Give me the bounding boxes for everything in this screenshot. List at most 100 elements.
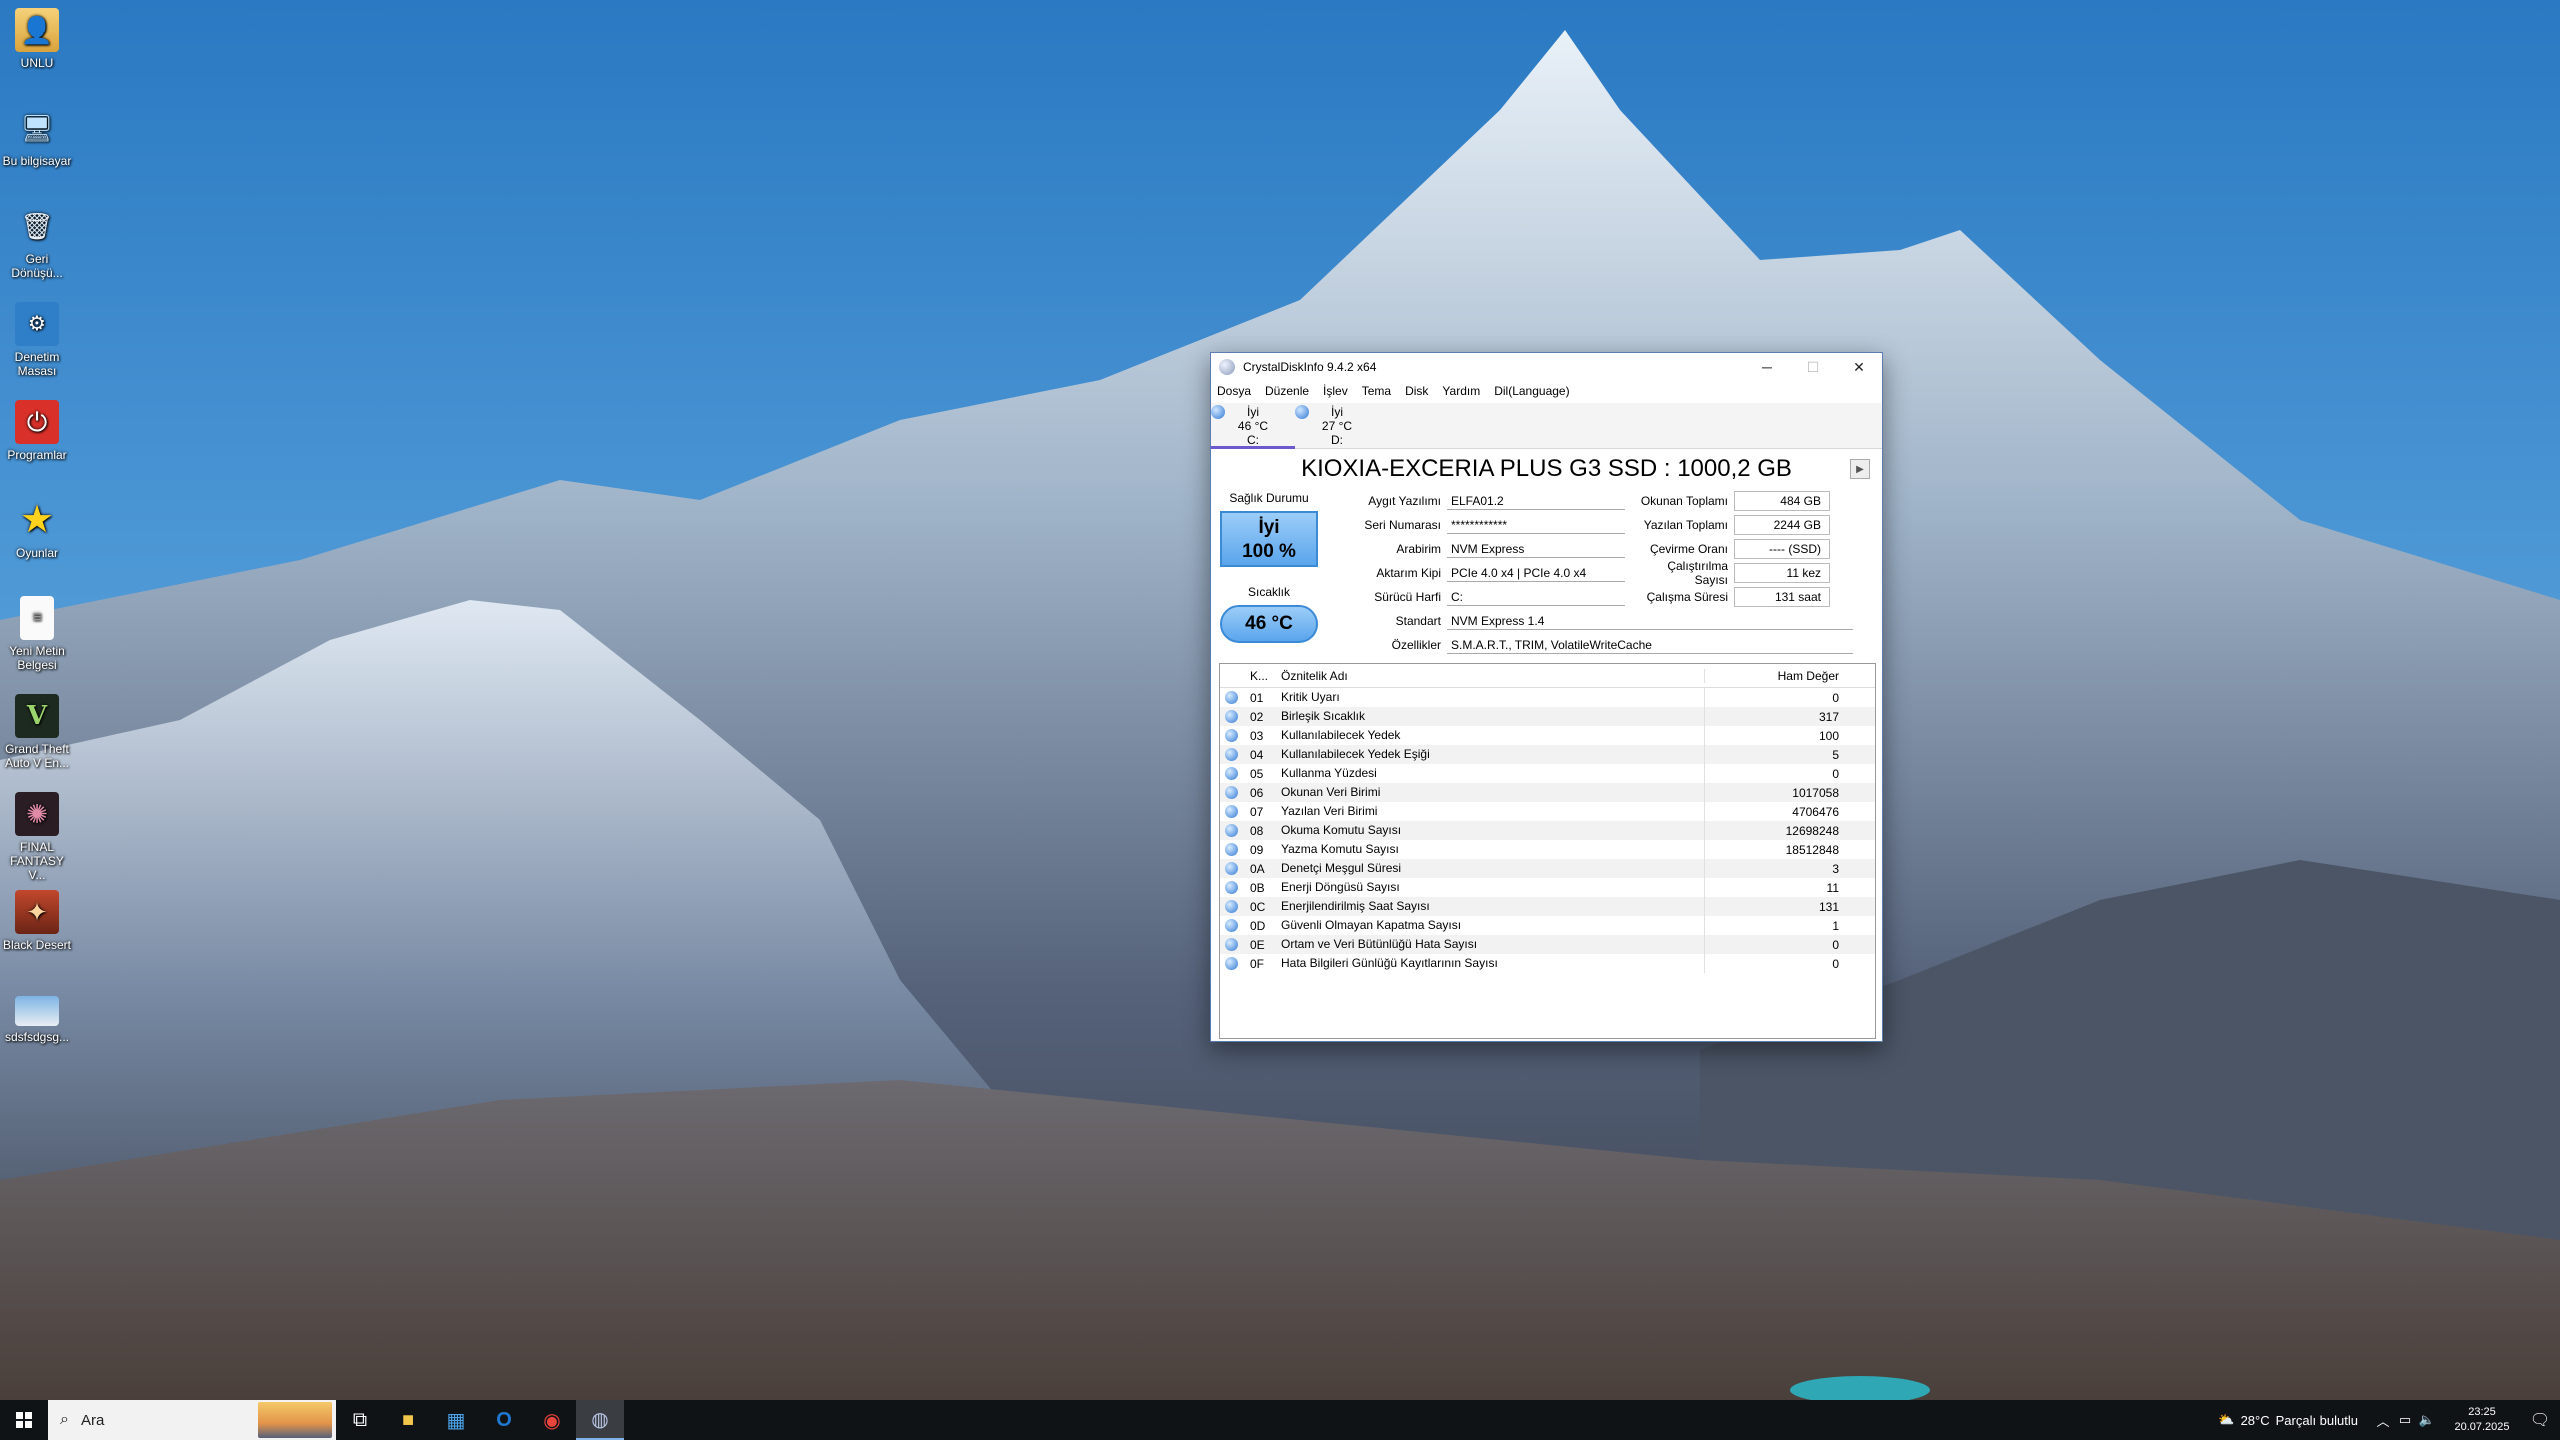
maximize-button[interactable]: ☐ bbox=[1790, 353, 1836, 381]
smart-table-row[interactable]: 0B Enerji Döngüsü Sayısı 11 bbox=[1220, 878, 1875, 897]
microsoft-store-button[interactable]: ▦ bbox=[432, 1400, 480, 1440]
disk-temp: 27 °C bbox=[1321, 419, 1353, 433]
chrome-button[interactable]: ◉ bbox=[528, 1400, 576, 1440]
attribute-raw-value: 18512848 bbox=[1785, 842, 1839, 857]
desktop-icon-image-file[interactable]: sdsfsdgsg... bbox=[2, 996, 72, 1044]
desktop-icon-gta-v[interactable]: V Grand Theft Auto V En... bbox=[2, 694, 72, 770]
task-view-button[interactable]: ⧉ bbox=[336, 1400, 384, 1440]
status-dot-icon bbox=[1225, 691, 1238, 704]
desktop-icon-programs[interactable]: ⏻ Programlar bbox=[2, 400, 72, 462]
smart-table-row[interactable]: 0F Hata Bilgileri Günlüğü Kayıtlarının Sa… bbox=[1220, 954, 1875, 973]
disk-model-title: KIOXIA-EXCERIA PLUS G3 SSD : 1000,2 GB bbox=[1301, 455, 1792, 482]
menu-language[interactable]: Dil(Language) bbox=[1494, 384, 1569, 398]
menu-function[interactable]: İşlev bbox=[1323, 384, 1348, 398]
desktop-icon-black-desert[interactable]: ✦ Black Desert bbox=[2, 890, 72, 952]
health-status-button[interactable]: İyi 100 % bbox=[1220, 511, 1318, 567]
smart-table-row[interactable]: 0C Enerjilendirilmiş Saat Sayısı 131 bbox=[1220, 897, 1875, 916]
search-icon: ⌕ bbox=[60, 1411, 69, 1428]
temperature-label: Sıcaklık bbox=[1247, 585, 1290, 599]
attribute-name: Hata Bilgileri Günlüğü Kayıtlarının Sayı… bbox=[1275, 954, 1705, 973]
clock-date: 20.07.2025 bbox=[2454, 1421, 2510, 1433]
menu-file[interactable]: Dosya bbox=[1217, 384, 1251, 398]
smart-table-row[interactable]: 02 Birleşik Sıcaklık 317 bbox=[1220, 707, 1875, 726]
interface-value: NVM Express bbox=[1447, 540, 1625, 558]
desktop-icon-text-document[interactable]: ≡ Yeni Metin Belgesi bbox=[2, 596, 72, 672]
desktop-icon-control-panel[interactable]: ⚙ Denetim Masası bbox=[2, 302, 72, 378]
desktop-icon-final-fantasy[interactable]: ✺ FINAL FANTASY V... bbox=[2, 792, 72, 882]
weather-widget[interactable]: ⛅ 28°C Parçalı bulutlu bbox=[2218, 1412, 2358, 1428]
smart-table-row[interactable]: 09 Yazma Komutu Sayısı 18512848 bbox=[1220, 840, 1875, 859]
attribute-id: 0E bbox=[1250, 937, 1265, 952]
temperature-button[interactable]: 46 °C bbox=[1220, 605, 1318, 643]
menu-edit[interactable]: Düzenle bbox=[1265, 384, 1309, 398]
disk-temp: 46 °C bbox=[1237, 419, 1269, 433]
desktop-icon-label: Bu bilgisayar bbox=[2, 154, 72, 168]
smart-table-row[interactable]: 01 Kritik Uyarı 0 bbox=[1220, 688, 1875, 707]
attribute-name: Okunan Veri Birimi bbox=[1275, 783, 1705, 802]
attribute-name: Enerji Döngüsü Sayısı bbox=[1275, 878, 1705, 897]
menu-disk[interactable]: Disk bbox=[1405, 384, 1428, 398]
clock-time: 23:25 bbox=[2468, 1406, 2496, 1418]
disk-tab-d[interactable]: İyi 27 °C D: bbox=[1295, 403, 1379, 449]
file-explorer-button[interactable]: ■ bbox=[384, 1400, 432, 1440]
status-dot-icon bbox=[1225, 710, 1238, 723]
minimize-button[interactable]: ─ bbox=[1744, 353, 1790, 381]
attribute-raw-value: 0 bbox=[1832, 937, 1839, 952]
weather-temperature: 28°C bbox=[2240, 1412, 2270, 1428]
menu-theme[interactable]: Tema bbox=[1362, 384, 1391, 398]
host-writes-label: Yazılan Toplamı bbox=[1643, 518, 1728, 532]
desktop-icon-games[interactable]: ★ Oyunlar bbox=[2, 498, 72, 560]
close-button[interactable]: ✕ bbox=[1836, 353, 1882, 381]
smart-table-row[interactable]: 03 Kullanılabilecek Yedek 100 bbox=[1220, 726, 1875, 745]
smart-table-row[interactable]: 08 Okuma Komutu Sayısı 12698248 bbox=[1220, 821, 1875, 840]
smart-table-row[interactable]: 0A Denetçi Meşgul Süresi 3 bbox=[1220, 859, 1875, 878]
outlook-icon: O bbox=[496, 1408, 512, 1431]
disk-info-panel: Aygıt Yazılımı ELFA01.2 Seri Numarası **… bbox=[1323, 491, 1878, 659]
attribute-id: 02 bbox=[1250, 709, 1264, 724]
search-highlight-image bbox=[258, 1402, 332, 1438]
smart-table-row[interactable]: 0E Ortam ve Veri Bütünlüğü Hata Sayısı 0 bbox=[1220, 935, 1875, 954]
status-dot-icon bbox=[1225, 767, 1238, 780]
status-dot-icon bbox=[1225, 843, 1238, 856]
attribute-id: 03 bbox=[1250, 728, 1264, 743]
smart-table-row[interactable]: 0D Güvenli Olmayan Kapatma Sayısı 1 bbox=[1220, 916, 1875, 935]
desktop-icon-unlu[interactable]: 👤 UNLU bbox=[2, 8, 72, 70]
attribute-raw-value: 1017058 bbox=[1792, 785, 1839, 800]
desktop-icon-this-pc[interactable]: 🖥 Bu bilgisayar bbox=[2, 106, 72, 168]
recycle-bin-icon: 🗑 bbox=[20, 211, 54, 241]
menu-bar: Dosya Düzenle İşlev Tema Disk Yardım Dil… bbox=[1211, 381, 1882, 401]
network-icon[interactable]: ▭ bbox=[2394, 1412, 2416, 1428]
volume-icon[interactable]: 🔈 bbox=[2416, 1412, 2438, 1428]
window-titlebar[interactable]: CrystalDiskInfo 9.4.2 x64 ─ ☐ ✕ bbox=[1211, 353, 1882, 381]
status-dot-icon bbox=[1225, 786, 1238, 799]
next-disk-button[interactable]: ▶ bbox=[1850, 459, 1870, 479]
smart-table-row[interactable]: 05 Kullanma Yüzdesi 0 bbox=[1220, 764, 1875, 783]
attribute-raw-value: 0 bbox=[1832, 690, 1839, 705]
rotation-rate-value: ---- (SSD) bbox=[1734, 539, 1830, 559]
power-on-count-label: Çalıştırılma Sayısı bbox=[1667, 559, 1728, 587]
menu-help[interactable]: Yardım bbox=[1442, 384, 1480, 398]
smart-table-row[interactable]: 04 Kullanılabilecek Yedek Eşiği 5 bbox=[1220, 745, 1875, 764]
taskbar-search-box[interactable]: ⌕ Ara bbox=[48, 1400, 336, 1440]
health-status-dot-icon bbox=[1295, 405, 1309, 419]
column-header-attribute[interactable]: Öznitelik Adı bbox=[1275, 668, 1705, 683]
smart-table-row[interactable]: 06 Okunan Veri Birimi 1017058 bbox=[1220, 783, 1875, 802]
column-header-id[interactable]: K... bbox=[1244, 669, 1275, 683]
notification-center-icon[interactable]: 🗨 bbox=[2520, 1410, 2560, 1430]
taskbar-clock[interactable]: 23:25 20.07.2025 bbox=[2444, 1405, 2520, 1435]
start-button[interactable] bbox=[0, 1400, 48, 1440]
column-header-raw-value[interactable]: Ham Değer bbox=[1705, 669, 1845, 683]
desktop-icon-recycle-bin[interactable]: 🗑 Geri Dönüşü... bbox=[2, 204, 72, 280]
health-label: Sağlık Durumu bbox=[1229, 491, 1309, 505]
transfer-mode-label: Aktarım Kipi bbox=[1376, 566, 1441, 580]
attribute-id: 0F bbox=[1250, 956, 1265, 971]
host-reads-label: Okunan Toplamı bbox=[1640, 494, 1728, 508]
crystaldiskinfo-taskbar-button[interactable]: ◍ bbox=[576, 1400, 624, 1440]
outlook-button[interactable]: O bbox=[480, 1400, 528, 1440]
text-document-icon: ≡ bbox=[20, 596, 54, 640]
smart-table-row[interactable]: 07 Yazılan Veri Birimi 4706476 bbox=[1220, 802, 1875, 821]
attribute-raw-value: 131 bbox=[1818, 899, 1839, 914]
disk-tab-c[interactable]: İyi 46 °C C: bbox=[1211, 403, 1295, 449]
status-dot-icon bbox=[1225, 938, 1238, 951]
chevron-up-icon[interactable]: ︿ bbox=[2372, 1411, 2394, 1430]
